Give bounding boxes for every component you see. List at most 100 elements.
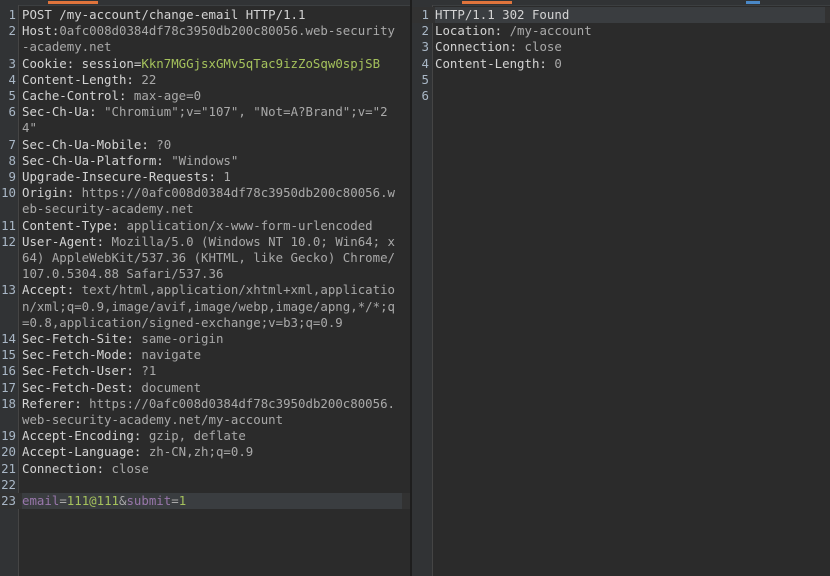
response-viewer[interactable]: 1 HTTP/1.1 302 Found 2 Location: /my-accoun… [412, 0, 830, 576]
header-name: Cache-Control: [22, 88, 127, 104]
request-line-text[interactable]: Upgrade-Insecure-Requests: 1 [22, 169, 402, 185]
header-value: 0 [546, 55, 562, 71]
header-name: Sec-Fetch-Mode: [22, 347, 134, 363]
request-line-text[interactable]: Origin: https://0afc008d0384df78c3950db2… [22, 185, 402, 217]
response-line[interactable]: 4 Content-Length: 0 [412, 56, 830, 72]
request-line-text[interactable]: Sec-Ch-Ua-Platform: "Windows" [22, 153, 402, 169]
response-line[interactable]: 3 Connection: close [412, 39, 830, 55]
request-line[interactable]: 9 Upgrade-Insecure-Requests: 1 [0, 169, 410, 185]
line-number: 9 [8, 169, 16, 185]
header-name: User-Agent: [22, 233, 105, 249]
request-line[interactable]: 16 Sec-Fetch-User: ?1 [0, 363, 410, 379]
request-line-text[interactable]: Host:0afc008d0384df78c3950db200c80056.we… [22, 23, 402, 55]
request-line-text[interactable]: Accept: text/html,application/xhtml+xml,… [22, 282, 402, 331]
request-line[interactable]: 22 [0, 477, 410, 493]
response-line[interactable]: 5 [412, 72, 830, 88]
request-line[interactable]: 7 Sec-Ch-Ua-Mobile: ?0 [0, 137, 410, 153]
header-value: ?1 [133, 363, 157, 379]
line-number: 6 [8, 104, 16, 120]
response-line-text[interactable]: Connection: close [435, 39, 825, 55]
request-line-text[interactable]: Sec-Fetch-Mode: navigate [22, 347, 402, 363]
request-line[interactable]: 1 POST /my-account/change-email HTTP/1.1 [0, 7, 410, 23]
line-number: 16 [1, 363, 16, 379]
request-line-text[interactable]: Content-Type: application/x-www-form-url… [22, 218, 402, 234]
request-line[interactable]: 23 email=111@111&submit=1 [0, 493, 410, 510]
response-line-text[interactable] [435, 72, 825, 88]
header-name: Sec-Ch-Ua-Platform: [22, 152, 164, 168]
header-name: Content-Length: [22, 71, 134, 87]
request-line[interactable]: 3 Cookie: session=Kkn7MGGjsxGMv5qTac9izZo… [0, 56, 410, 72]
line-number: 18 [1, 395, 16, 411]
header-name: Host: [22, 23, 60, 39]
request-line[interactable]: 11 Content-Type: application/x-www-form-u… [0, 218, 410, 234]
request-line[interactable]: 8 Sec-Ch-Ua-Platform: "Windows" [0, 153, 410, 169]
response-line-text[interactable]: HTTP/1.1 302 Found [435, 7, 825, 24]
request-line-text[interactable]: Cookie: session=Kkn7MGGjsxGMv5qTac9izZoS… [22, 56, 402, 72]
request-editor[interactable]: 1 POST /my-account/change-email HTTP/1.1 2… [0, 0, 410, 576]
param-equals: = [171, 493, 179, 509]
header-value: 1 [215, 169, 231, 185]
header-value: "Windows" [163, 152, 239, 168]
request-line[interactable]: 20 Accept-Language: zh-CN,zh;q=0.9 [0, 444, 410, 460]
request-line-text[interactable]: Connection: close [22, 461, 402, 477]
header-name: Content-Type: [22, 217, 119, 233]
request-line[interactable]: 15 Sec-Fetch-Mode: navigate [0, 347, 410, 363]
line-number: 19 [1, 428, 16, 444]
request-line[interactable]: 2 Host:0afc008d0384df78c3950db200c80056.w… [0, 23, 410, 55]
request-line[interactable]: 5 Cache-Control: max-age=0 [0, 88, 410, 104]
response-line-text[interactable] [435, 88, 825, 104]
request-tab-strip [0, 0, 410, 6]
response-lines[interactable]: 1 HTTP/1.1 302 Found 2 Location: /my-accoun… [412, 7, 830, 104]
response-line[interactable]: 6 [412, 88, 830, 104]
request-line[interactable]: 17 Sec-Fetch-Dest: document [0, 380, 410, 396]
request-line-text[interactable]: Sec-Ch-Ua-Mobile: ?0 [22, 137, 402, 153]
header-name: Connection: [435, 39, 518, 55]
header-name: POST /my-account/change-email HTTP/1.1 [22, 7, 306, 22]
request-line-text[interactable]: Referer: https://0afc008d0384df78c3950db… [22, 396, 402, 428]
header-value: application/x-www-form-urlencoded [118, 217, 373, 233]
request-line[interactable]: 13 Accept: text/html,application/xhtml+xm… [0, 282, 410, 331]
request-tab-indicator [48, 1, 98, 4]
param-value: 1 [178, 493, 187, 509]
request-line[interactable]: 14 Sec-Fetch-Site: same-origin [0, 331, 410, 347]
header-name: Connection: [22, 460, 105, 476]
line-number: 3 [421, 39, 429, 55]
request-line-text[interactable]: Cache-Control: max-age=0 [22, 88, 402, 104]
header-value: same-origin [133, 331, 224, 347]
request-line[interactable]: 19 Accept-Encoding: gzip, deflate [0, 428, 410, 444]
request-line-text[interactable]: Sec-Fetch-User: ?1 [22, 363, 402, 379]
request-line-text[interactable]: Sec-Ch-Ua: "Chromium";v="107", "Not=A?Br… [22, 104, 402, 136]
request-line[interactable]: 21 Connection: close [0, 461, 410, 477]
request-line-text[interactable]: email=111@111&submit=1 [22, 493, 402, 510]
line-number: 13 [1, 282, 16, 298]
header-name: Accept-Encoding: [22, 428, 142, 444]
response-line[interactable]: 2 Location: /my-account [412, 23, 830, 39]
header-value: ?0 [148, 136, 172, 152]
request-line[interactable]: 4 Content-Length: 22 [0, 72, 410, 88]
request-line[interactable]: 18 Referer: https://0afc008d0384df78c3950… [0, 396, 410, 428]
header-value: 0afc008d0384df78c3950db200c80056.web-sec… [22, 23, 396, 55]
request-line-text[interactable] [22, 477, 402, 493]
request-line[interactable]: 6 Sec-Ch-Ua: "Chromium";v="107", "Not=A?B… [0, 104, 410, 136]
response-line-text[interactable]: Location: /my-account [435, 23, 825, 39]
request-line-text[interactable]: Sec-Fetch-Site: same-origin [22, 331, 402, 347]
line-number: 15 [1, 347, 16, 363]
request-line-text[interactable]: POST /my-account/change-email HTTP/1.1 [22, 7, 402, 23]
request-line[interactable]: 12 User-Agent: Mozilla/5.0 (Windows NT 10… [0, 234, 410, 283]
line-number: 23 [1, 493, 16, 509]
request-line-text[interactable]: Accept-Encoding: gzip, deflate [22, 428, 402, 444]
request-lines[interactable]: 1 POST /my-account/change-email HTTP/1.1 2… [0, 7, 410, 510]
request-line-text[interactable]: Sec-Fetch-Dest: document [22, 380, 402, 396]
request-line[interactable]: 10 Origin: https://0afc008d0384df78c3950d… [0, 185, 410, 217]
response-tab-indicator [462, 1, 512, 4]
request-line-text[interactable]: User-Agent: Mozilla/5.0 (Windows NT 10.0… [22, 234, 402, 283]
request-line-text[interactable]: Accept-Language: zh-CN,zh;q=0.9 [22, 444, 402, 460]
response-line-text[interactable]: Content-Length: 0 [435, 56, 825, 72]
response-line[interactable]: 1 HTTP/1.1 302 Found [412, 7, 830, 24]
header-name: HTTP/1.1 302 Found [435, 7, 570, 22]
param-name: submit [126, 493, 172, 509]
header-name: Location: [435, 23, 503, 39]
line-number: 1 [8, 7, 16, 22]
line-number: 3 [8, 55, 16, 71]
request-line-text[interactable]: Content-Length: 22 [22, 72, 402, 88]
